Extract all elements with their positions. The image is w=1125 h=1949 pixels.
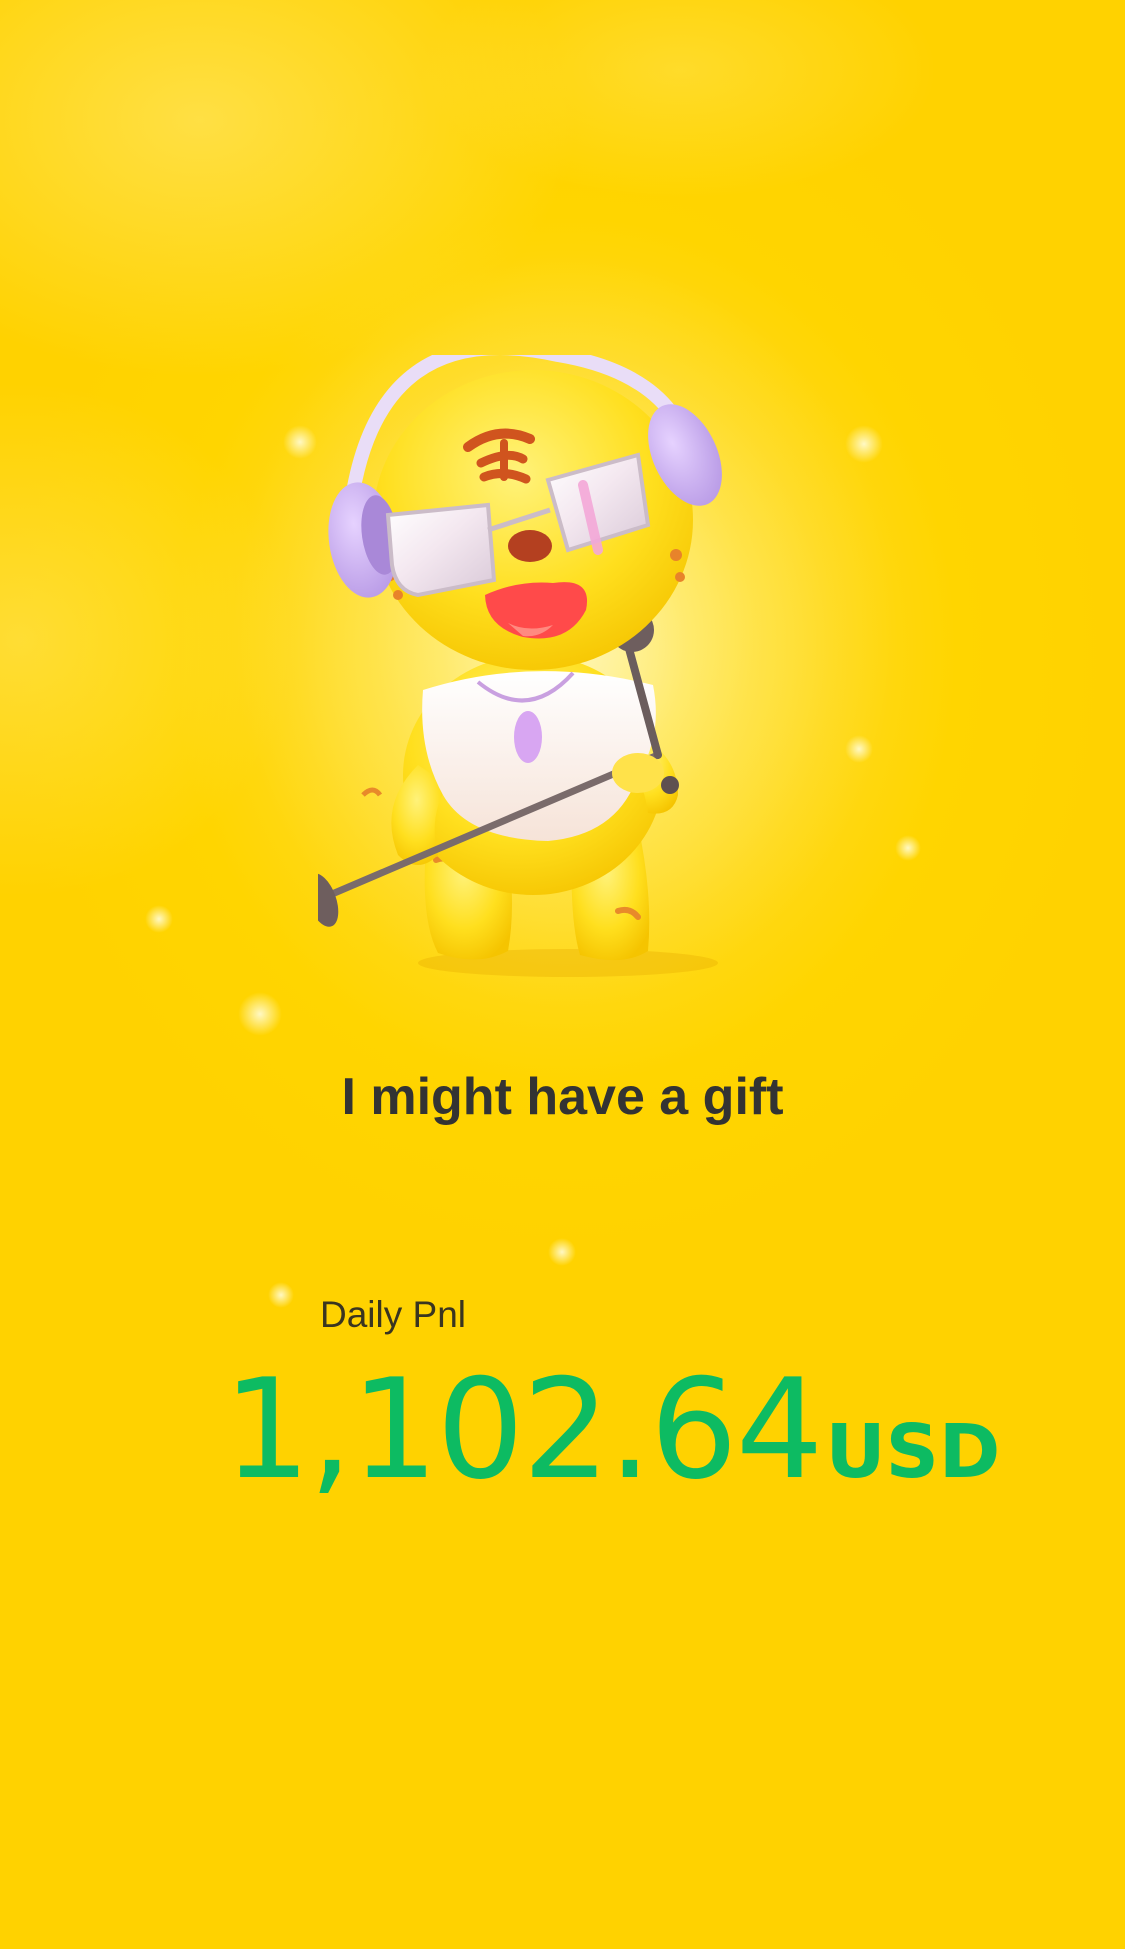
gift-message: I might have a gift bbox=[341, 1068, 784, 1126]
bokeh-sparkle bbox=[268, 1282, 294, 1308]
bokeh-sparkle bbox=[238, 992, 282, 1036]
bokeh-sparkle bbox=[145, 905, 173, 933]
tiger-singer-mascot-icon bbox=[318, 355, 722, 977]
daily-pnl-label: Daily Pnl bbox=[320, 1294, 466, 1335]
gift-screen: I might have a gift Daily Pnl 1,102.64US… bbox=[0, 0, 1125, 1949]
bokeh-sparkle bbox=[548, 1238, 576, 1266]
background-swirl bbox=[420, 0, 940, 200]
daily-pnl-amount: 1,102.64USD bbox=[223, 1355, 1000, 1547]
bokeh-sparkle bbox=[895, 835, 921, 861]
daily-pnl-unit: USD bbox=[825, 1409, 1001, 1495]
daily-pnl-value: 1,102.64 bbox=[223, 1349, 824, 1510]
